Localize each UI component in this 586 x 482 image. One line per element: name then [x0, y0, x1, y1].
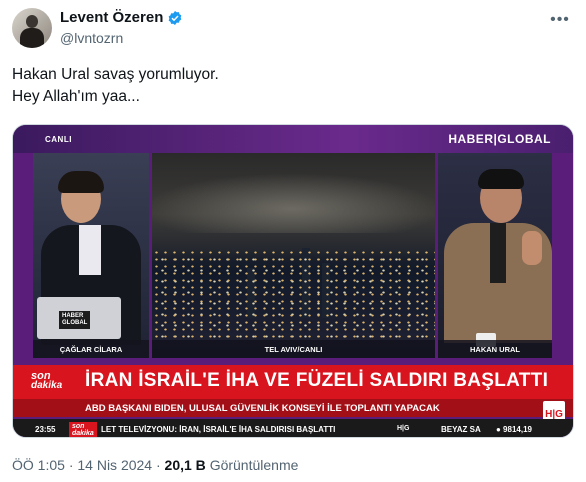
tweet-time[interactable]: ÖÖ 1:05 — [12, 457, 65, 473]
city-live-panel: TEL AVIV/CANLI — [152, 153, 435, 358]
verified-badge-icon — [167, 10, 183, 26]
guest-hair — [478, 169, 524, 189]
anchor-hair — [58, 171, 104, 193]
ticker-breaking-label: son dakika — [69, 422, 97, 437]
anchor-panel: HABER GLOBAL ÇAĞLAR CİLARA — [33, 153, 149, 358]
anchor-shirt — [79, 225, 101, 275]
news-ticker: 23:55 son dakika LET TELEVİZYONU: İRAN, … — [13, 419, 573, 437]
middle-caption: TEL AVIV/CANLI — [152, 340, 435, 358]
tweet-header: Levent Özeren @lvntozrn ••• — [12, 8, 574, 52]
more-options-icon[interactable]: ••• — [550, 10, 570, 30]
author-avatar[interactable] — [12, 8, 52, 48]
sky-clouds — [152, 173, 435, 233]
ticker-text: LET TELEVİZYONU: İRAN, İSRAİL'E İHA SALD… — [101, 425, 336, 434]
views-count: 20,1 B — [164, 457, 206, 473]
guest-hand — [522, 231, 542, 265]
avatar-head-shape — [26, 15, 38, 28]
views-label: Görüntülenme — [209, 457, 299, 473]
ticker-breaking-word: dakika — [72, 430, 94, 437]
left-caption: ÇAĞLAR CİLARA — [33, 340, 149, 358]
video-player[interactable]: CANLI HABER|GLOBAL HABER GLOBAL ÇAĞLAR C… — [12, 124, 574, 438]
news-subline: ABD BAŞKANI BIDEN, ULUSAL GÜVENLİK KONSE… — [85, 403, 440, 414]
live-label: CANLI — [45, 135, 72, 144]
right-caption: HAKAN URAL — [438, 340, 552, 358]
avatar-body-shape — [20, 28, 44, 48]
tweet-text-line: Hey Allah'ım yaa... — [12, 88, 140, 105]
author-name[interactable]: Levent Özeren — [60, 9, 163, 26]
laptop-logo-line: GLOBAL — [62, 320, 88, 326]
tweet-text: Hakan Ural savaş yorumluyor. Hey Allah'ı… — [12, 64, 572, 108]
laptop-logo: HABER GLOBAL — [59, 311, 91, 329]
news-headline: İRAN İSRAİL'E İHA VE FÜZELİ SALDIRI BAŞL… — [85, 370, 549, 391]
author-name-row: Levent Özeren — [60, 9, 183, 26]
ticker-weather: BEYAZ SA — [441, 425, 481, 434]
author-handle[interactable]: @lvntozrn — [60, 30, 123, 46]
laptop: HABER GLOBAL — [37, 297, 121, 339]
ticker-market: ● 9814,19 — [496, 425, 532, 434]
tweet-meta: ÖÖ 1:05 · 14 Nis 2024 · 20,1 B Görüntüle… — [12, 457, 298, 473]
city-lights — [152, 250, 435, 340]
breaking-news-label: son dakika — [31, 371, 81, 397]
breaking-news-word: dakika — [31, 380, 63, 391]
ticker-time: 23:55 — [35, 425, 56, 434]
ticker-breaking-word: son — [72, 423, 85, 430]
meta-separator: · — [155, 457, 161, 473]
meta-separator: · — [68, 457, 74, 473]
tweet-text-line: Hakan Ural savaş yorumluyor. — [12, 66, 219, 83]
broadcast-top-bar: CANLI HABER|GLOBAL — [13, 125, 573, 153]
laptop-logo-line: HABER — [62, 313, 84, 319]
channel-logo: HABER|GLOBAL — [448, 132, 551, 146]
ticker-hg-logo: H|G — [397, 425, 410, 432]
guest-panel: HAKAN URAL — [438, 153, 552, 358]
guest-shirt — [490, 223, 506, 283]
tweet-date[interactable]: 14 Nis 2024 — [77, 457, 152, 473]
